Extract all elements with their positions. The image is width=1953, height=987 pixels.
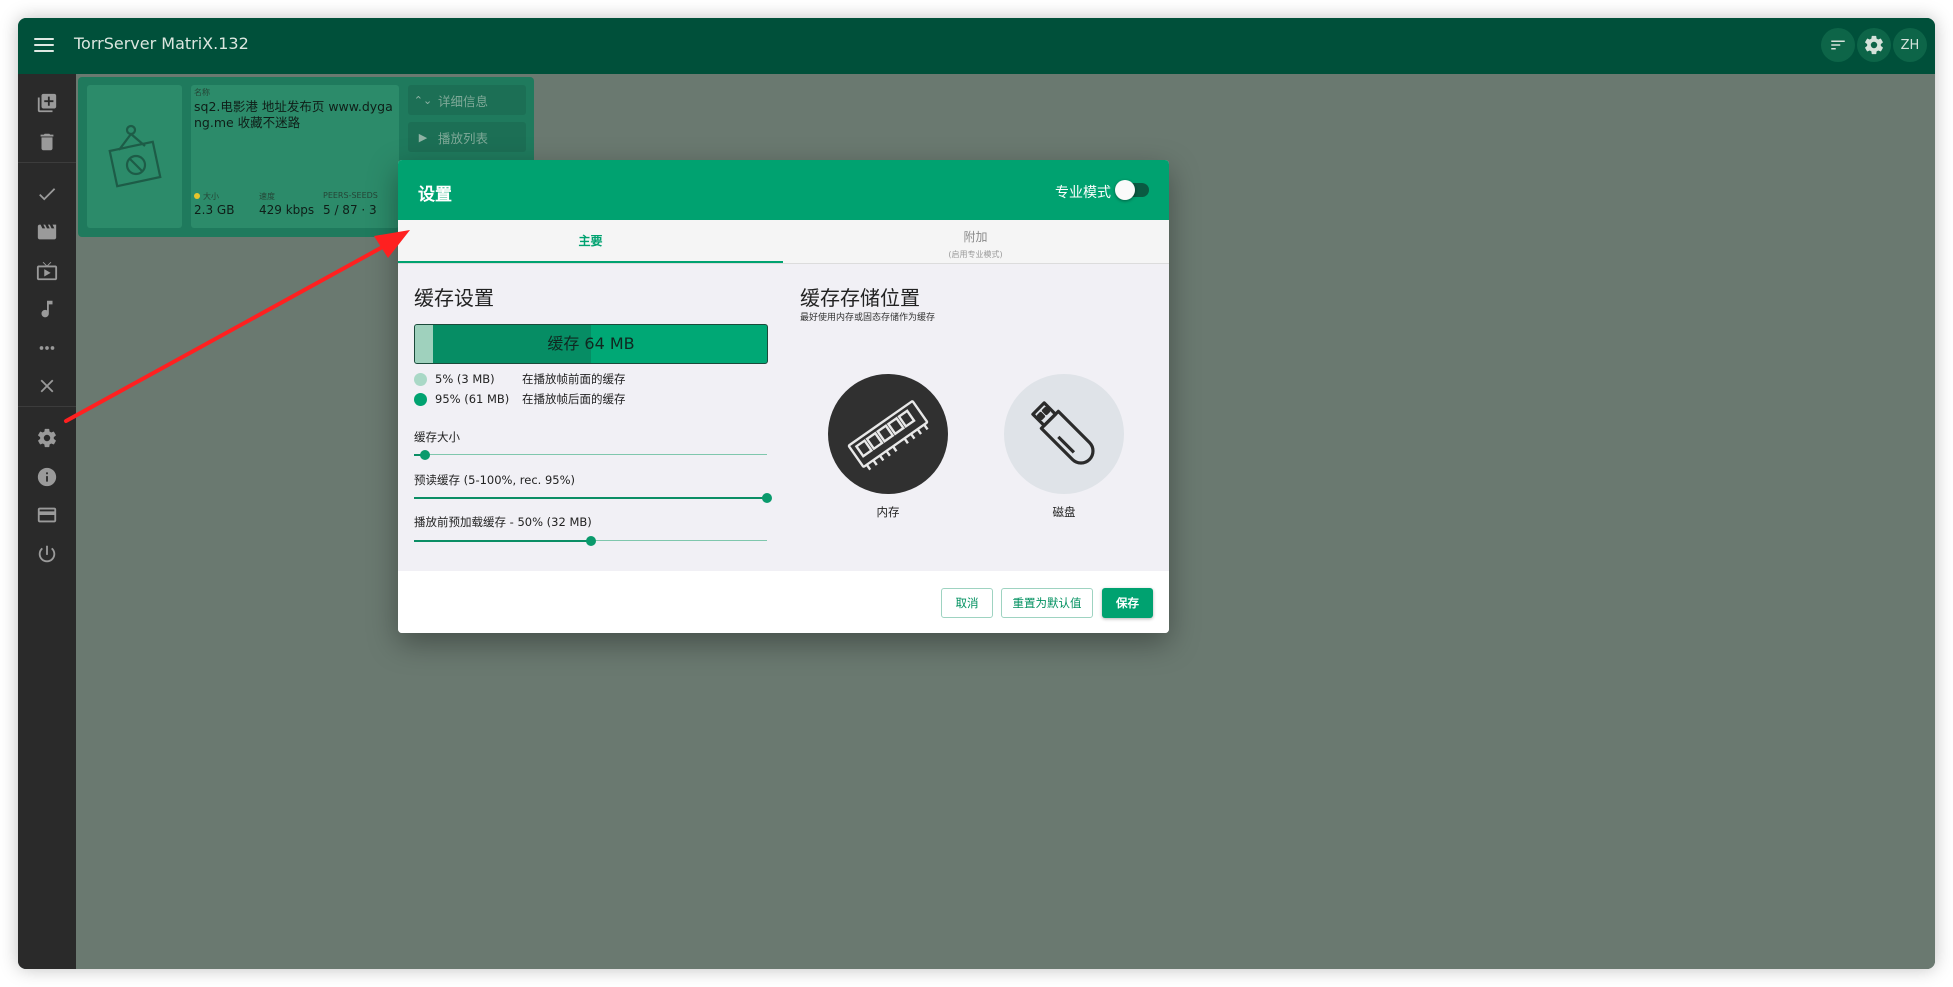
gear-icon[interactable] xyxy=(1857,28,1891,62)
reset-defaults-button[interactable]: 重置为默认值 xyxy=(1001,588,1093,618)
close-icon[interactable] xyxy=(33,372,61,400)
status-dot-icon xyxy=(194,193,200,199)
memory-label: 内存 xyxy=(876,505,900,519)
dialog-header: 设置 专业模式 xyxy=(398,160,1169,220)
cache-bar-text: 缓存 64 MB xyxy=(547,334,635,353)
settings-dialog: 设置 专业模式 主要 附加 (启用专业模式) 缓存设置 缓存 64 MB 5% … xyxy=(398,160,1169,633)
settings-body: 缓存设置 缓存 64 MB 5% (3 MB) 在播放帧前面的缓存 95% (6… xyxy=(398,264,1169,571)
no-image-icon xyxy=(107,124,162,187)
dialog-title: 设置 xyxy=(418,185,452,205)
tab-extra[interactable]: 附加 (启用专业模式) xyxy=(783,220,1168,263)
sidebar xyxy=(18,74,76,969)
memory-option[interactable] xyxy=(828,374,948,494)
pro-mode-label: 专业模式 xyxy=(1055,185,1111,201)
app-bar: TorrServer MatriX.132 ZH xyxy=(18,18,1935,74)
peers-label: PEERS-SEEDS xyxy=(323,191,378,200)
check-icon[interactable] xyxy=(33,180,61,208)
preload-label: 播放前预加载缓存 - 50% (32 MB) xyxy=(414,515,592,529)
disk-option[interactable] xyxy=(1004,374,1124,494)
storage-subtitle: 最好使用内存或固态存储作为缓存 xyxy=(800,313,936,323)
movie-icon[interactable] xyxy=(33,218,61,246)
sidebar-divider xyxy=(18,406,76,407)
cancel-button[interactable]: 取消 xyxy=(941,588,993,618)
readahead-slider[interactable] xyxy=(414,492,772,504)
settings-icon[interactable] xyxy=(33,424,61,452)
legend-desc: 在播放帧前面的缓存 xyxy=(522,372,626,386)
pro-mode-toggle[interactable] xyxy=(1115,180,1149,200)
usb-drive-icon xyxy=(1031,401,1095,465)
readahead-label: 预读缓存 (5-100%, rec. 95%) xyxy=(414,473,576,487)
legend-item: 5% (3 MB) 在播放帧前面的缓存 xyxy=(414,372,626,386)
language-button[interactable]: ZH xyxy=(1893,28,1927,62)
size-label: 大小 xyxy=(194,191,219,202)
disk-label: 磁盘 xyxy=(1052,505,1076,519)
torrent-speed: 429 kbps xyxy=(259,203,315,217)
tv-icon[interactable] xyxy=(33,257,61,285)
details-button[interactable]: ⌃⌄ 详细信息 xyxy=(408,85,526,115)
sidebar-divider xyxy=(18,162,76,163)
slider-thumb[interactable] xyxy=(762,493,772,503)
tab-main[interactable]: 主要 xyxy=(398,220,783,263)
cache-size-slider[interactable] xyxy=(414,449,767,461)
info-icon[interactable] xyxy=(33,463,61,491)
play-icon: ▶ xyxy=(418,130,428,144)
delete-icon[interactable] xyxy=(33,128,61,156)
torrent-size: 2.3 GB xyxy=(194,203,235,217)
settings-tabs: 主要 附加 (启用专业模式) xyxy=(398,220,1169,264)
add-torrent-icon[interactable] xyxy=(33,89,61,117)
speed-label: 速度 xyxy=(259,192,275,201)
unfold-icon: ⌃⌄ xyxy=(413,93,433,107)
cache-bar: 缓存 64 MB xyxy=(414,324,768,364)
legend-value: 95% (61 MB) xyxy=(435,392,510,406)
storage-title: 缓存存储位置 xyxy=(800,286,920,310)
dialog-footer: 取消 重置为默认值 保存 xyxy=(398,571,1169,633)
playlist-button[interactable]: ▶ 播放列表 xyxy=(408,122,526,152)
torrent-info: 名称 sq2.电影港 地址发布页 www.dygang.me 收藏不迷路 大小 … xyxy=(191,85,399,228)
card-icon[interactable] xyxy=(33,501,61,529)
legend-item: 95% (61 MB) 在播放帧后面的缓存 xyxy=(414,392,626,406)
torrent-peers: 5 / 87 · 3 xyxy=(323,203,377,217)
memory-icon xyxy=(847,400,929,471)
tab-extra-sublabel: (启用专业模式) xyxy=(948,250,1003,259)
legend-dot-icon xyxy=(414,372,427,386)
cache-settings-title: 缓存设置 xyxy=(414,286,494,310)
save-button[interactable]: 保存 xyxy=(1102,588,1153,618)
toggle-knob xyxy=(1115,180,1135,200)
sort-icon[interactable] xyxy=(1821,28,1855,62)
legend-desc: 在播放帧后面的缓存 xyxy=(522,392,626,406)
poster-placeholder xyxy=(87,85,182,228)
more-icon[interactable] xyxy=(33,334,61,362)
legend-value: 5% (3 MB) xyxy=(435,372,495,386)
tab-extra-label: 附加 xyxy=(963,230,988,244)
slider-thumb[interactable] xyxy=(419,450,430,460)
power-icon[interactable] xyxy=(33,540,61,568)
slider-thumb[interactable] xyxy=(585,536,596,546)
torrent-name: sq2.电影港 地址发布页 www.dygang.me 收藏不迷路 xyxy=(194,99,393,130)
music-icon[interactable] xyxy=(33,295,61,323)
name-label: 名称 xyxy=(194,88,210,97)
preload-slider[interactable] xyxy=(414,535,767,547)
legend-dot-icon xyxy=(414,392,427,406)
cache-size-label: 缓存大小 xyxy=(414,430,460,444)
app-title: TorrServer MatriX.132 xyxy=(74,34,249,53)
menu-icon[interactable] xyxy=(32,34,56,58)
